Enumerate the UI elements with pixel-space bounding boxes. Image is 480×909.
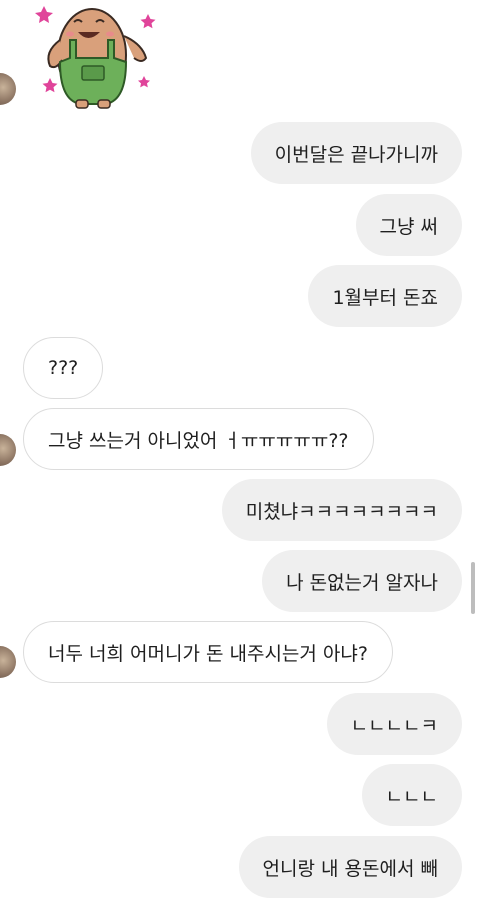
potato-character-sticker[interactable] xyxy=(30,0,160,112)
message-bubble-outgoing[interactable]: 이번달은 끝나가니까 xyxy=(250,122,462,184)
chat-thread: 이번달은 끝나가니까 그냥 써 1월부터 돈죠 ??? 그냥 쓰는거 아니었어 … xyxy=(0,0,480,909)
message-bubble-incoming[interactable]: 너두 너희 어머니가 돈 내주시는거 아냐? xyxy=(23,621,393,683)
message-bubble-outgoing[interactable]: 그냥 써 xyxy=(355,194,462,256)
message-bubble-incoming[interactable]: 그냥 쓰는거 아니었어 ㅓㅠㅠㅠㅠㅠ?? xyxy=(23,408,374,470)
message-bubble-incoming[interactable]: ??? xyxy=(23,337,104,399)
message-bubble-outgoing[interactable]: ㄴㄴㄴ xyxy=(361,764,462,826)
message-bubble-outgoing[interactable]: 1월부터 돈죠 xyxy=(308,265,462,327)
avatar[interactable] xyxy=(0,434,16,466)
message-bubble-outgoing[interactable]: 미쳤냐ㅋㅋㅋㅋㅋㅋㅋㅋ xyxy=(221,479,462,541)
message-bubble-outgoing[interactable]: 언니랑 내 용돈에서 빼 xyxy=(238,836,462,898)
avatar[interactable] xyxy=(0,73,16,105)
message-bubble-outgoing[interactable]: ㄴㄴㄴㄴㅋ xyxy=(326,693,462,755)
scrollbar[interactable] xyxy=(471,562,475,614)
avatar[interactable] xyxy=(0,646,16,678)
message-bubble-outgoing[interactable]: 나 돈없는거 알자나 xyxy=(262,550,462,612)
